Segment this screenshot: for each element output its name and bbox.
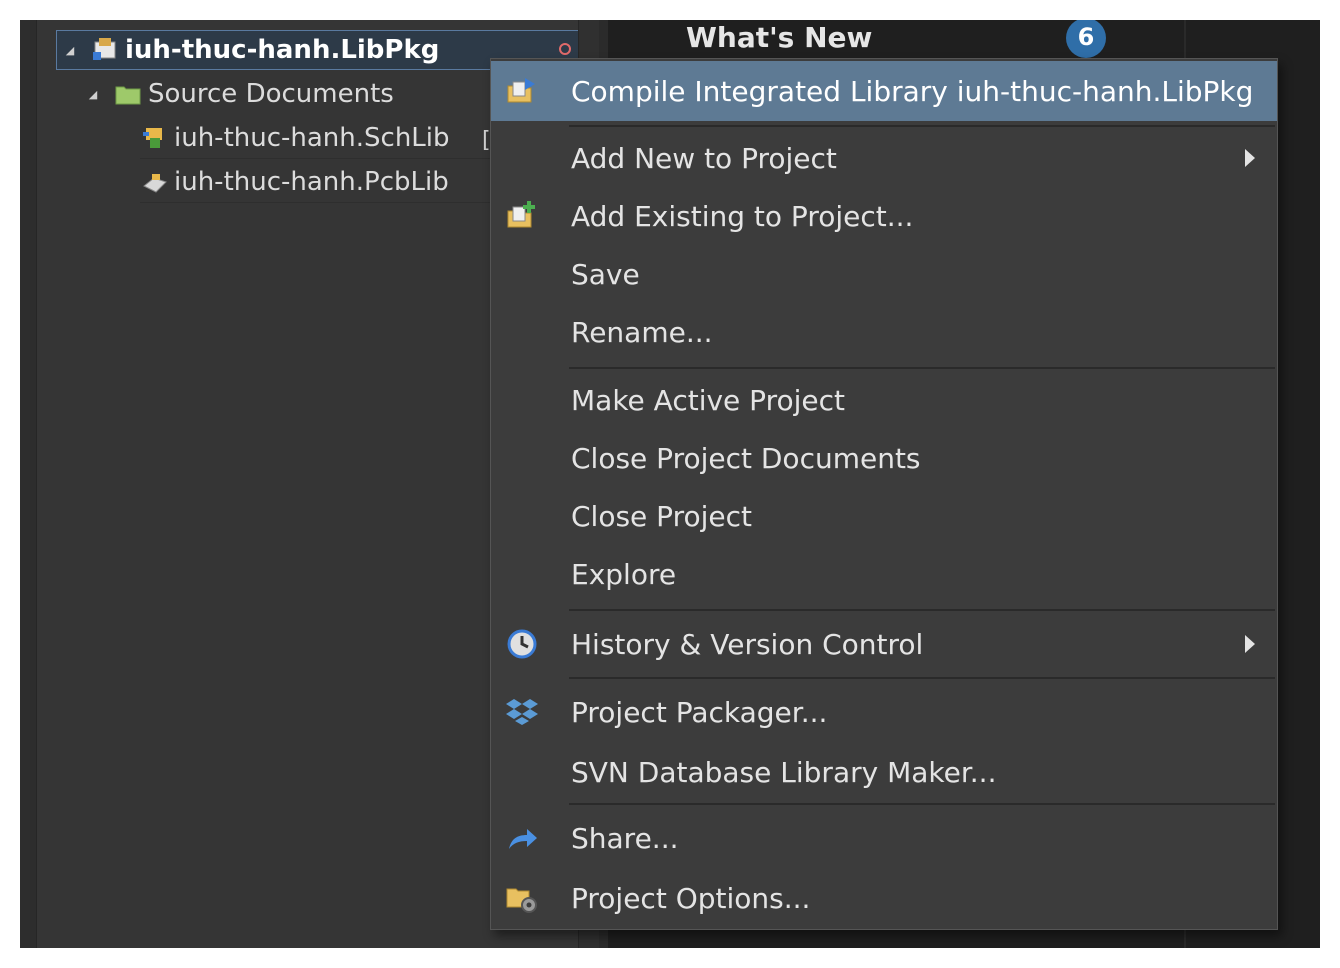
menu-item-compile-library[interactable]: Compile Integrated Library iuh-thuc-hanh… (491, 61, 1277, 121)
menu-item-label: Close Project (571, 499, 752, 533)
menu-item-svn-library-maker[interactable]: SVN Database Library Maker... (491, 743, 1277, 801)
source-folder-label: Source Documents (148, 79, 394, 109)
share-arrow-icon (505, 821, 539, 855)
project-context-menu: Compile Integrated Library iuh-thuc-hanh… (490, 58, 1278, 930)
menu-item-label: Rename... (571, 315, 713, 349)
menu-item-label: Project Packager... (571, 695, 828, 729)
menu-item-label: Project Options... (571, 881, 811, 915)
menu-separator (569, 367, 1275, 369)
submenu-arrow-icon (1245, 149, 1255, 167)
menu-item-label: Add Existing to Project... (571, 199, 914, 233)
whats-new-title[interactable]: What's New (686, 20, 872, 56)
menu-item-label: Compile Integrated Library iuh-thuc-hanh… (571, 74, 1254, 108)
menu-item-project-packager[interactable]: Project Packager... (491, 681, 1277, 743)
menu-separator (569, 609, 1275, 611)
menu-item-share[interactable]: Share... (491, 807, 1277, 869)
menu-item-rename[interactable]: Rename... (491, 303, 1277, 361)
notification-badge[interactable]: 6 (1066, 20, 1106, 58)
add-existing-icon (505, 199, 539, 233)
pcblib-file-icon (140, 168, 168, 196)
menu-item-label: History & Version Control (571, 627, 924, 661)
submenu-arrow-icon (1245, 635, 1255, 653)
menu-item-label: Add New to Project (571, 141, 837, 175)
menu-item-label: Explore (571, 557, 677, 591)
menu-separator (569, 125, 1275, 127)
compile-library-icon (505, 74, 539, 108)
tree-item-source-documents[interactable]: ◢ Source Documents (86, 74, 394, 114)
libpkg-project-icon (91, 36, 119, 64)
tree-item-schlib[interactable]: iuh-thuc-hanh.SchLib (140, 118, 500, 159)
menu-item-label: Make Active Project (571, 383, 845, 417)
tree-item-pcblib[interactable]: iuh-thuc-hanh.PcbLib (140, 162, 500, 203)
panel-edge (20, 20, 37, 948)
dropbox-icon (505, 695, 539, 729)
pcblib-label: iuh-thuc-hanh.PcbLib (174, 167, 449, 197)
menu-separator (569, 803, 1275, 805)
menu-item-save[interactable]: Save (491, 245, 1277, 303)
menu-item-add-existing[interactable]: Add Existing to Project... (491, 187, 1277, 245)
folder-icon (114, 80, 142, 108)
menu-item-close-project[interactable]: Close Project (491, 487, 1277, 545)
history-clock-icon (505, 627, 539, 661)
menu-item-label: Share... (571, 821, 679, 855)
modified-indicator-icon (559, 43, 571, 55)
schlib-label: iuh-thuc-hanh.SchLib (174, 123, 450, 153)
menu-item-project-options[interactable]: Project Options... (491, 869, 1277, 927)
menu-item-add-new[interactable]: Add New to Project (491, 129, 1277, 187)
menu-item-history-version-control[interactable]: History & Version Control (491, 613, 1277, 675)
menu-item-label: Save (571, 257, 640, 291)
menu-item-label: SVN Database Library Maker... (571, 755, 997, 789)
app-frame: ◢ iuh-thuc-hanh.LibPkg ◢ Source Document… (20, 20, 1320, 948)
menu-item-make-active[interactable]: Make Active Project (491, 371, 1277, 429)
collapse-arrow-icon[interactable]: ◢ (63, 43, 77, 57)
menu-item-label: Close Project Documents (571, 441, 921, 475)
project-label: iuh-thuc-hanh.LibPkg (125, 35, 440, 65)
menu-item-explore[interactable]: Explore (491, 545, 1277, 603)
menu-separator (569, 677, 1275, 679)
project-options-icon (505, 881, 539, 915)
collapse-arrow-icon[interactable]: ◢ (86, 87, 100, 101)
schlib-file-icon (140, 124, 168, 152)
menu-item-close-documents[interactable]: Close Project Documents (491, 429, 1277, 487)
